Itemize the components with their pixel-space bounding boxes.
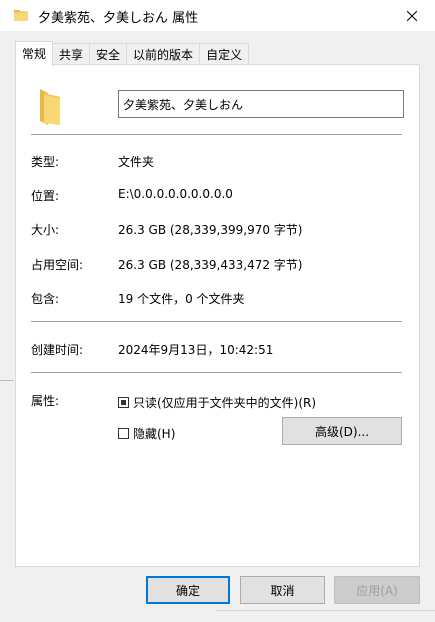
folder-large-icon [38,87,62,130]
attributes-label: 属性: [31,394,60,408]
readonly-label: 只读(仅应用于文件夹中的文件)(R) [133,396,317,410]
apply-button[interactable]: 应用(A) [334,576,420,604]
size-on-disk-label: 占用空间: [31,258,84,272]
created-value: 2024年9月13日，10:42:51 [118,343,274,357]
ok-button[interactable]: 确定 [146,576,230,604]
close-icon [407,10,417,21]
title-bar[interactable]: 夕美紫苑、夕美しおん 属性 [0,0,435,31]
window-title: 夕美紫苑、夕美しおん 属性 [38,11,199,26]
type-value: 文件夹 [118,155,155,169]
type-label: 类型: [31,155,60,169]
hidden-label: 隐藏(H) [133,427,176,441]
general-panel: 类型: 文件夹 位置: E:\0.0.0.0.0.0.0.0.0 大小: 26.… [15,64,420,567]
folder-name-input[interactable] [118,90,404,118]
readonly-checkbox[interactable] [118,397,129,408]
created-label: 创建时间: [31,343,84,357]
background-line [215,610,435,611]
size-on-disk-value: 26.3 GB (28,339,433,472 字节) [118,258,303,272]
size-value: 26.3 GB (28,339,399,970 字节) [118,223,303,237]
tab-sharing[interactable]: 共享 [52,43,91,65]
location-label: 位置: [31,189,60,203]
contains-value: 19 个文件，0 个文件夹 [118,292,245,306]
tab-previous-versions[interactable]: 以前的版本 [126,43,201,65]
background-line [0,380,14,381]
contains-label: 包含: [31,292,60,306]
readonly-checkbox-row[interactable]: 只读(仅应用于文件夹中的文件)(R) [118,394,316,411]
separator [31,372,402,373]
tab-general[interactable]: 常规 [15,41,54,66]
tab-customize[interactable]: 自定义 [199,43,250,65]
hidden-checkbox-row[interactable]: 隐藏(H) [118,425,175,442]
size-label: 大小: [31,223,60,237]
cancel-button[interactable]: 取消 [240,576,325,604]
properties-window: 夕美紫苑、夕美しおん 属性 常规 共享 安全 以前的版本 自定义 类型: 文件夹… [0,0,435,622]
separator [31,321,402,322]
close-button[interactable] [389,0,435,31]
tab-strip: 常规 共享 安全 以前的版本 自定义 [15,41,250,66]
location-value: E:\0.0.0.0.0.0.0.0.0 [118,187,233,201]
tab-security[interactable]: 安全 [89,43,128,65]
folder-icon [14,9,28,21]
hidden-checkbox[interactable] [118,428,129,439]
advanced-button[interactable]: 高级(D)... [282,417,402,445]
separator [31,134,402,135]
